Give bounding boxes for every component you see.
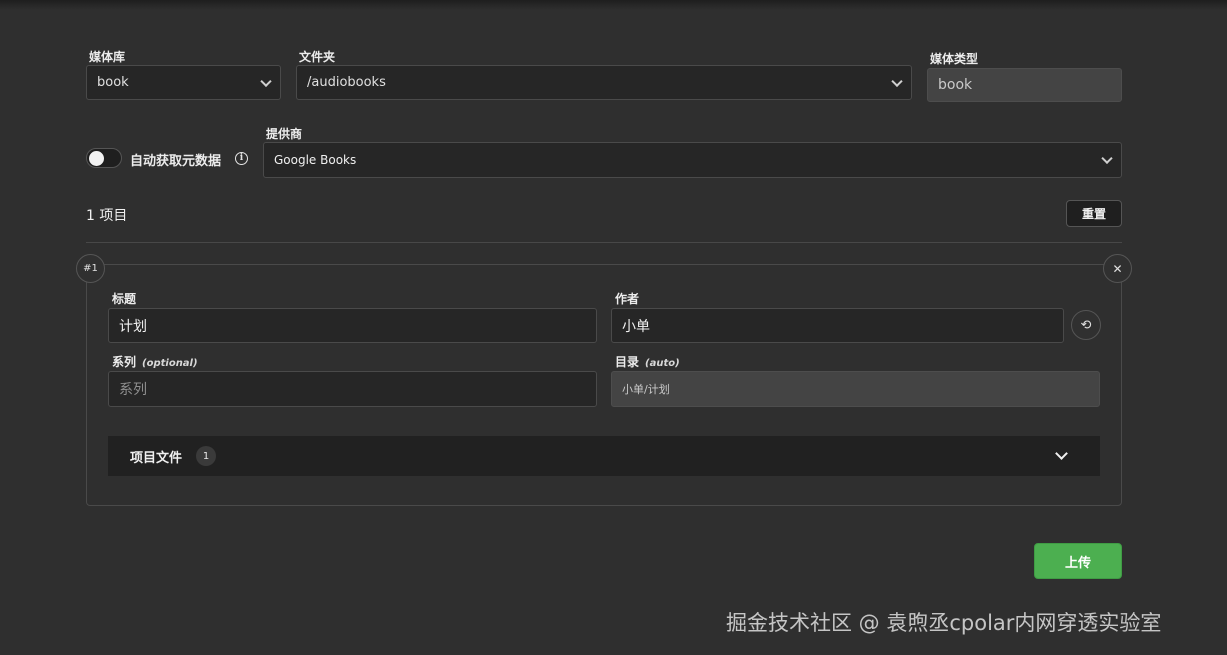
item-index-badge: #1 [76,254,105,283]
series-placeholder: 系列 [119,382,147,398]
media-type-label: 媒体类型 [930,52,979,66]
provider-label: 提供商 [266,127,303,141]
items-count: 1 项目 [86,208,128,224]
info-icon[interactable]: i [235,152,248,165]
series-label-row: 系列 (optional) [112,353,198,370]
directory-field: 小单/计划 [611,371,1100,407]
series-input[interactable]: 系列 [108,371,597,407]
folder-select[interactable]: /audiobooks [296,65,912,100]
series-hint: (optional) [142,358,198,369]
media-type-field: book [927,68,1122,102]
title-value: 计划 [119,318,147,335]
top-shadow [0,0,1227,10]
author-label: 作者 [615,292,640,306]
refresh-icon[interactable]: ⟲ [1071,310,1101,340]
folder-label: 文件夹 [299,50,336,64]
close-icon[interactable]: ✕ [1103,254,1132,283]
directory-label: 目录 [615,355,640,369]
watermark-text: 掘金技术社区 @ 袁煦丞cpolar内网穿透实验室 [726,611,1162,635]
title-label: 标题 [112,292,137,306]
library-label: 媒体库 [89,50,126,64]
chevron-down-icon [1055,447,1068,460]
item-files-label: 项目文件 [130,450,183,466]
chevron-down-icon [891,75,903,87]
author-input[interactable]: 小单 [611,308,1064,343]
library-select[interactable]: book [86,65,281,100]
upload-button[interactable]: 上传 [1034,543,1122,579]
auto-fetch-label: 自动获取元数据 [130,154,222,169]
chevron-down-icon [1101,152,1113,165]
library-value: book [97,75,129,90]
title-input[interactable]: 计划 [108,308,597,343]
toggle-knob [89,151,104,166]
provider-select[interactable]: Google Books [263,142,1122,178]
reset-button[interactable]: 重置 [1066,200,1122,227]
folder-value: /audiobooks [307,75,386,90]
auto-fetch-toggle[interactable] [86,148,122,168]
directory-value: 小单/计划 [622,383,670,396]
media-type-value: book [938,77,973,93]
directory-label-row: 目录 (auto) [615,353,680,370]
divider [86,242,1122,243]
chevron-down-icon [260,75,272,87]
item-files-accordion[interactable]: 项目文件 1 [108,436,1100,476]
item-files-count-badge: 1 [196,446,217,466]
author-value: 小单 [622,318,650,335]
directory-hint: (auto) [645,358,680,369]
provider-value: Google Books [274,153,357,167]
series-label: 系列 [112,355,137,369]
